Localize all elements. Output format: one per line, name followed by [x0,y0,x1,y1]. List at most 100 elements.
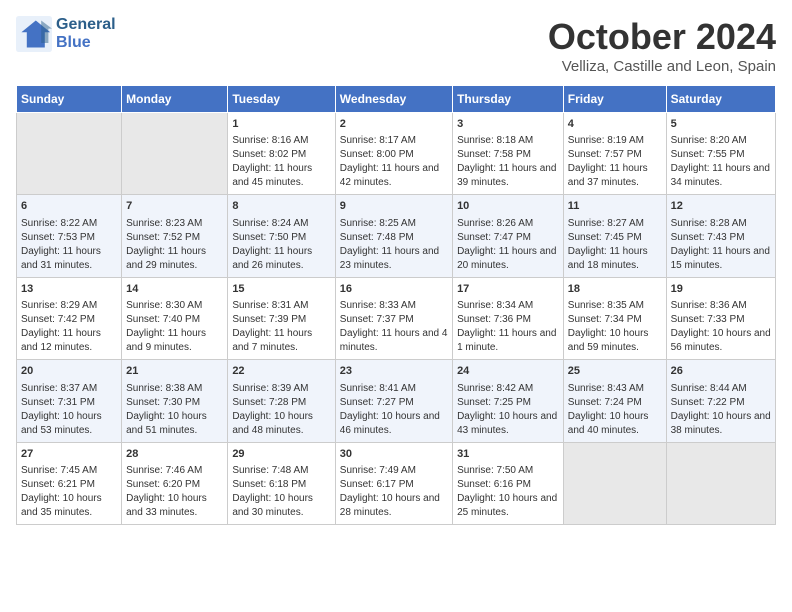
calendar-day-cell: 18 Sunrise: 8:35 AM Sunset: 7:34 PM Dayli… [563,277,666,359]
month-title: October 2024 [548,16,776,58]
day-info: Sunrise: 8:34 AM Sunset: 7:36 PM Dayligh… [457,299,559,355]
day-number: 16 [340,282,448,297]
day-number: 18 [568,282,662,297]
calendar-day-cell: 13 Sunrise: 8:29 AM Sunset: 7:42 PM Dayli… [17,277,122,359]
day-info: Sunrise: 8:37 AM Sunset: 7:31 PM Dayligh… [21,382,117,438]
header: General Blue October 2024 Velliza, Casti… [16,16,776,75]
calendar-day-cell: 19Sunrise: 8:36 AM Sunset: 7:33 PM Dayli… [666,277,775,359]
day-info: Sunrise: 7:48 AM Sunset: 6:18 PM Dayligh… [232,464,330,520]
calendar-day-cell: 14 Sunrise: 8:30 AM Sunset: 7:40 PM Dayli… [122,277,228,359]
day-number: 8 [232,199,330,214]
calendar-day-cell: 2 Sunrise: 8:17 AM Sunset: 8:00 PM Daylig… [335,113,452,195]
calendar-day-cell [17,113,122,195]
calendar-day-cell [563,442,666,524]
day-info: Sunrise: 7:46 AM Sunset: 6:20 PM Dayligh… [126,464,223,520]
calendar-week-row: 13 Sunrise: 8:29 AM Sunset: 7:42 PM Dayli… [17,277,776,359]
day-info: Sunrise: 8:41 AM Sunset: 7:27 PM Dayligh… [340,382,448,438]
calendar-day-cell: 27 Sunrise: 7:45 AM Sunset: 6:21 PM Dayli… [17,442,122,524]
calendar-day-cell: 22 Sunrise: 8:39 AM Sunset: 7:28 PM Dayli… [228,360,335,442]
calendar-day-cell: 31 Sunrise: 7:50 AM Sunset: 6:16 PM Dayli… [453,442,564,524]
day-info: Sunrise: 7:45 AM Sunset: 6:21 PM Dayligh… [21,464,117,520]
calendar-day-cell: 25 Sunrise: 8:43 AM Sunset: 7:24 PM Dayli… [563,360,666,442]
day-number: 20 [21,364,117,379]
calendar-day-cell: 17 Sunrise: 8:34 AM Sunset: 7:36 PM Dayli… [453,277,564,359]
day-number: 28 [126,447,223,462]
day-number: 9 [340,199,448,214]
calendar-day-cell: 5 Sunrise: 8:20 AM Sunset: 7:55 PM Daylig… [666,113,775,195]
day-number: 13 [21,282,117,297]
calendar-day-cell: 24Sunrise: 8:42 AM Sunset: 7:25 PM Dayli… [453,360,564,442]
calendar-day-cell [666,442,775,524]
weekday-header-cell: Tuesday [228,86,335,113]
day-info: Sunrise: 8:35 AM Sunset: 7:34 PM Dayligh… [568,299,662,355]
day-number: 11 [568,199,662,214]
day-number: 3 [457,117,559,132]
day-info: Sunrise: 8:18 AM Sunset: 7:58 PM Dayligh… [457,134,559,190]
day-number: 27 [21,447,117,462]
calendar-day-cell [122,113,228,195]
day-number: 31 [457,447,559,462]
day-info: Sunrise: 8:29 AM Sunset: 7:42 PM Dayligh… [21,299,117,355]
day-number: 23 [340,364,448,379]
weekday-header-cell: Sunday [17,86,122,113]
day-info: Sunrise: 8:26 AM Sunset: 7:47 PM Dayligh… [457,217,559,273]
calendar-body: 1 Sunrise: 8:16 AM Sunset: 8:02 PM Daylig… [17,113,776,525]
weekday-header-cell: Monday [122,86,228,113]
day-number: 22 [232,364,330,379]
day-number: 2 [340,117,448,132]
day-info: Sunrise: 8:16 AM Sunset: 8:02 PM Dayligh… [232,134,330,190]
calendar-day-cell: 6Sunrise: 8:22 AM Sunset: 7:53 PM Daylig… [17,195,122,277]
calendar-week-row: 1 Sunrise: 8:16 AM Sunset: 8:02 PM Daylig… [17,113,776,195]
day-number: 4 [568,117,662,132]
location-title: Velliza, Castille and Leon, Spain [548,58,776,75]
day-info: Sunrise: 8:36 AM Sunset: 7:33 PM Dayligh… [671,299,771,355]
calendar-day-cell: 3 Sunrise: 8:18 AM Sunset: 7:58 PM Daylig… [453,113,564,195]
day-info: Sunrise: 8:19 AM Sunset: 7:57 PM Dayligh… [568,134,662,190]
calendar-day-cell: 29 Sunrise: 7:48 AM Sunset: 6:18 PM Dayli… [228,442,335,524]
calendar-day-cell: 4 Sunrise: 8:19 AM Sunset: 7:57 PM Daylig… [563,113,666,195]
calendar-day-cell: 28 Sunrise: 7:46 AM Sunset: 6:20 PM Dayli… [122,442,228,524]
day-number: 14 [126,282,223,297]
calendar-table: SundayMondayTuesdayWednesdayThursdayFrid… [16,85,776,525]
day-info: Sunrise: 8:43 AM Sunset: 7:24 PM Dayligh… [568,382,662,438]
calendar-day-cell: 1 Sunrise: 8:16 AM Sunset: 8:02 PM Daylig… [228,113,335,195]
day-number: 24 [457,364,559,379]
weekday-header-cell: Thursday [453,86,564,113]
weekday-header-cell: Saturday [666,86,775,113]
day-number: 29 [232,447,330,462]
calendar-day-cell: 15 Sunrise: 8:31 AM Sunset: 7:39 PM Dayli… [228,277,335,359]
day-number: 5 [671,117,771,132]
calendar-week-row: 27 Sunrise: 7:45 AM Sunset: 6:21 PM Dayli… [17,442,776,524]
day-number: 1 [232,117,330,132]
calendar-day-cell: 23 Sunrise: 8:41 AM Sunset: 7:27 PM Dayli… [335,360,452,442]
day-info: Sunrise: 8:39 AM Sunset: 7:28 PM Dayligh… [232,382,330,438]
day-info: Sunrise: 8:23 AM Sunset: 7:52 PM Dayligh… [126,217,223,273]
calendar-day-cell: 11Sunrise: 8:27 AM Sunset: 7:45 PM Dayli… [563,195,666,277]
weekday-header-cell: Friday [563,86,666,113]
calendar-week-row: 6Sunrise: 8:22 AM Sunset: 7:53 PM Daylig… [17,195,776,277]
day-info: Sunrise: 8:31 AM Sunset: 7:39 PM Dayligh… [232,299,330,355]
day-number: 12 [671,199,771,214]
calendar-day-cell: 26 Sunrise: 8:44 AM Sunset: 7:22 PM Dayli… [666,360,775,442]
calendar-day-cell: 9 Sunrise: 8:25 AM Sunset: 7:48 PM Daylig… [335,195,452,277]
day-info: Sunrise: 8:20 AM Sunset: 7:55 PM Dayligh… [671,134,771,190]
calendar-day-cell: 7Sunrise: 8:23 AM Sunset: 7:52 PM Daylig… [122,195,228,277]
day-info: Sunrise: 8:17 AM Sunset: 8:00 PM Dayligh… [340,134,448,190]
day-info: Sunrise: 8:44 AM Sunset: 7:22 PM Dayligh… [671,382,771,438]
day-number: 30 [340,447,448,462]
day-info: Sunrise: 7:50 AM Sunset: 6:16 PM Dayligh… [457,464,559,520]
day-info: Sunrise: 8:24 AM Sunset: 7:50 PM Dayligh… [232,217,330,273]
day-number: 25 [568,364,662,379]
day-info: Sunrise: 8:25 AM Sunset: 7:48 PM Dayligh… [340,217,448,273]
calendar-day-cell: 8 Sunrise: 8:24 AM Sunset: 7:50 PM Daylig… [228,195,335,277]
day-number: 6 [21,199,117,214]
day-info: Sunrise: 8:38 AM Sunset: 7:30 PM Dayligh… [126,382,223,438]
day-number: 26 [671,364,771,379]
day-number: 17 [457,282,559,297]
logo-area: General Blue [16,16,116,52]
logo-text: General Blue [56,16,116,52]
calendar-day-cell: 16Sunrise: 8:33 AM Sunset: 7:37 PM Dayli… [335,277,452,359]
calendar-day-cell: 20 Sunrise: 8:37 AM Sunset: 7:31 PM Dayli… [17,360,122,442]
day-number: 15 [232,282,330,297]
day-info: Sunrise: 8:30 AM Sunset: 7:40 PM Dayligh… [126,299,223,355]
